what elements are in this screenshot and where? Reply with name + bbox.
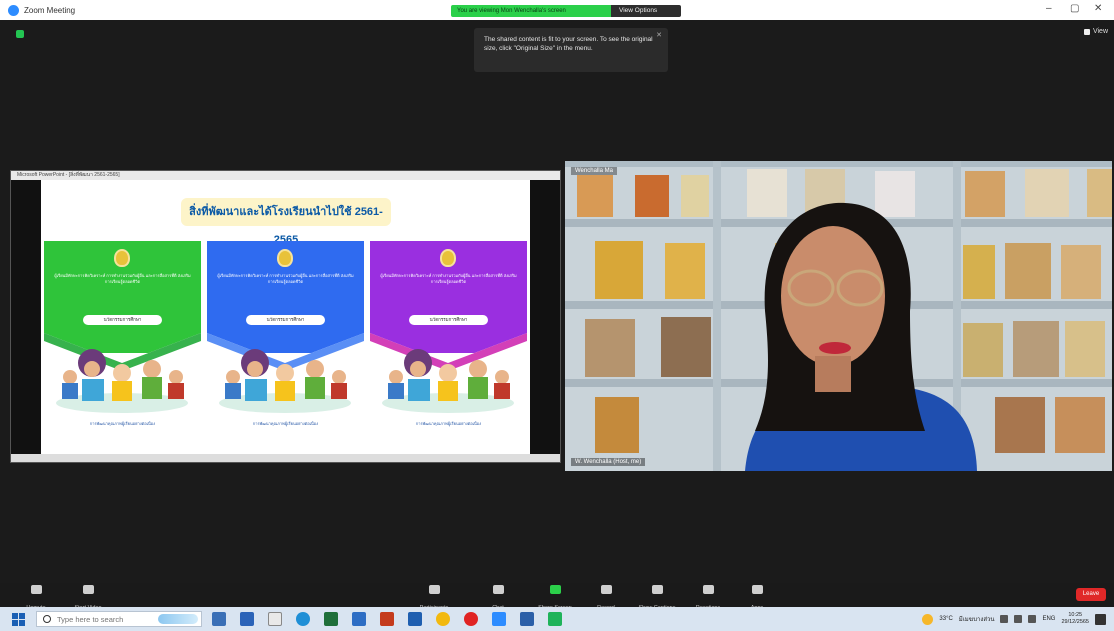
window-title: Zoom Meeting — [24, 5, 76, 15]
card-text: ผู้เรียนมีทักษะการคิดวิเคราะห์ การทำงานร… — [217, 273, 354, 284]
meeting-stage: View The shared content is fit to your s… — [0, 20, 1114, 583]
zoom-logo-icon — [8, 4, 19, 16]
app-icon-2[interactable] — [520, 612, 534, 626]
shared-screen[interactable]: Microsoft PowerPoint - [สิ่งที่พัฒนา 256… — [10, 170, 561, 463]
record-icon — [600, 585, 612, 594]
app-icon-red[interactable] — [464, 612, 478, 626]
video-frame — [565, 161, 1112, 471]
edge-icon[interactable] — [296, 612, 310, 626]
weather-icon[interactable] — [922, 613, 934, 625]
outlook-icon[interactable] — [408, 612, 422, 626]
participants-icon — [428, 585, 440, 594]
leave-button[interactable]: Leave — [1076, 588, 1106, 601]
minimize-button[interactable]: – — [1046, 3, 1052, 14]
view-button-label: View — [1092, 28, 1108, 35]
children-illustration — [382, 349, 514, 413]
card-label: นวัตกรรมการศึกษา — [246, 315, 325, 325]
slide-card-purple: ผู้เรียนมีทักษะการคิดวิเคราะห์ การทำงานร… — [370, 241, 527, 445]
clock-time: 10:25 — [1068, 612, 1083, 618]
weather-temp: 33°C — [939, 616, 953, 622]
zoom-taskbar-icon[interactable] — [492, 612, 506, 626]
children-illustration — [56, 349, 188, 413]
slide-card-green: ผู้เรียนมีทักษะการคิดวิเคราะห์ การทำงานร… — [44, 241, 201, 445]
file-explorer-icon[interactable] — [268, 612, 282, 626]
weather-text: มีเมฆบางส่วน — [958, 617, 995, 623]
title-bar: Zoom Meeting You are viewing Mon Wenchal… — [0, 0, 1114, 20]
view-button[interactable]: View — [1083, 28, 1108, 35]
grid-view-icon — [1083, 28, 1090, 35]
search-highlight-icon — [158, 614, 198, 624]
search-icon — [43, 615, 51, 623]
view-options-button[interactable]: View Options — [611, 5, 681, 17]
microphone-icon — [30, 585, 42, 594]
tooltip-text: The shared content is fit to your screen… — [484, 36, 653, 52]
clock[interactable]: 10:25 29/12/2565 — [1061, 612, 1089, 626]
word-icon[interactable] — [352, 612, 366, 626]
powerpoint-icon[interactable] — [380, 612, 394, 626]
card-text: ผู้เรียนมีทักษะการคิดวิเคราะห์ การทำงานร… — [380, 273, 517, 284]
volume-icon[interactable] — [1028, 615, 1037, 623]
card-footer-text: การพัฒนาคุณภาพผู้เรียนอย่างต่อเนื่อง — [415, 421, 482, 426]
card-label: นวัตกรรมการศึกษา — [83, 315, 162, 325]
children-illustration — [219, 349, 351, 413]
slide-title: สิ่งที่พัฒนาและได้โรงเรียนนำไปใช้ 2561- … — [181, 198, 391, 246]
line-icon[interactable] — [548, 612, 562, 626]
maximize-button[interactable]: ▢ — [1070, 3, 1079, 14]
security-shield-icon[interactable] — [16, 30, 24, 38]
fit-to-screen-tooltip: The shared content is fit to your screen… — [474, 28, 668, 72]
excel-icon[interactable] — [324, 612, 338, 626]
windows-start-icon[interactable] — [12, 612, 25, 626]
video-camera-icon — [82, 585, 94, 594]
language-indicator[interactable]: ENG — [1042, 616, 1055, 622]
search-input[interactable] — [57, 614, 167, 624]
screen-share-status: You are viewing Mon Wenchalla's screen — [451, 5, 611, 17]
chrome-icon[interactable] — [436, 612, 450, 626]
participant-label: Wenchalla Ma — [571, 167, 617, 175]
meeting-toolbar: UnmuteStart VideoParticipantsChatShare S… — [0, 583, 1114, 611]
reactions-icon — [702, 585, 714, 594]
windows-taskbar: 33°C มีเมฆบางส่วน ENG 10:25 29/12/2565 — [0, 607, 1114, 631]
zoom-window: Zoom Meeting You are viewing Mon Wenchal… — [0, 0, 1114, 631]
school-emblem-icon — [277, 249, 293, 267]
participant-name-tag: W. Wenchalla (Host, me) — [571, 458, 646, 466]
task-view-icon[interactable] — [212, 612, 226, 626]
close-icon[interactable]: ✕ — [656, 31, 662, 40]
chat-icon — [492, 585, 504, 594]
presentation-slide: สิ่งที่พัฒนาและได้โรงเรียนนำไปใช้ 2561- … — [41, 180, 530, 456]
app-icon-1[interactable] — [240, 612, 254, 626]
card-footer-text: การพัฒนาคุณภาพผู้เรียนอย่างต่อเนื่อง — [89, 421, 156, 426]
chevron-up-icon[interactable] — [1000, 615, 1009, 623]
card-label: นวัตกรรมการศึกษา — [409, 315, 488, 325]
notifications-icon[interactable] — [1095, 613, 1106, 625]
presentation-title-bar: Microsoft PowerPoint - [สิ่งที่พัฒนา 256… — [11, 171, 560, 180]
card-footer-text: การพัฒนาคุณภาพผู้เรียนอย่างต่อเนื่อง — [252, 421, 319, 426]
share-screen-icon — [549, 585, 561, 594]
participant-video[interactable]: Wenchalla Ma W. Wenchalla (Host, me) — [565, 161, 1112, 471]
captions-icon — [651, 585, 663, 594]
presentation-status-bar — [11, 454, 560, 462]
slide-card-blue: ผู้เรียนมีทักษะการคิดวิเคราะห์ การทำงานร… — [207, 241, 364, 445]
taskbar-search[interactable] — [36, 611, 202, 627]
system-tray: 33°C มีเมฆบางส่วน ENG 10:25 29/12/2565 — [922, 612, 1106, 626]
school-emblem-icon — [114, 249, 130, 267]
apps-icon — [751, 585, 763, 594]
school-emblem-icon — [440, 249, 456, 267]
card-text: ผู้เรียนมีทักษะการคิดวิเคราะห์ การทำงานร… — [54, 273, 191, 284]
network-icon[interactable] — [1014, 615, 1023, 623]
clock-date: 29/12/2565 — [1061, 619, 1089, 625]
close-window-button[interactable]: ✕ — [1094, 3, 1102, 14]
